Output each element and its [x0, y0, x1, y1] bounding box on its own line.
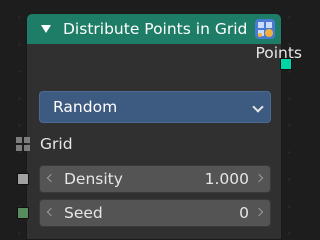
density-field[interactable]: Density 1.000 — [39, 165, 271, 193]
seed-field[interactable]: Seed 0 — [39, 199, 271, 227]
geometry-grid-icon — [255, 19, 275, 39]
mode-dropdown[interactable]: Random — [39, 91, 271, 123]
grid-input-label: Grid — [40, 135, 73, 153]
chevron-down-icon — [252, 101, 264, 113]
grid-input-socket[interactable] — [16, 137, 30, 151]
increment-arrow-icon[interactable] — [254, 173, 264, 183]
seed-value: 0 — [239, 204, 249, 222]
increment-arrow-icon[interactable] — [254, 207, 264, 217]
decrement-arrow-icon[interactable] — [46, 207, 56, 217]
node-title: Distribute Points in Grid — [63, 20, 248, 38]
seed-label: Seed — [64, 204, 103, 222]
density-label: Density — [64, 170, 123, 188]
collapse-arrow-icon[interactable] — [41, 25, 51, 33]
output-points-label: Points — [255, 44, 302, 62]
points-output-socket[interactable] — [280, 58, 292, 70]
density-input-socket[interactable] — [17, 173, 29, 185]
mode-dropdown-value: Random — [53, 98, 118, 116]
decrement-arrow-icon[interactable] — [46, 173, 56, 183]
seed-input-socket[interactable] — [17, 207, 29, 219]
node-header[interactable]: Distribute Points in Grid — [27, 14, 281, 44]
density-value: 1.000 — [204, 170, 249, 188]
